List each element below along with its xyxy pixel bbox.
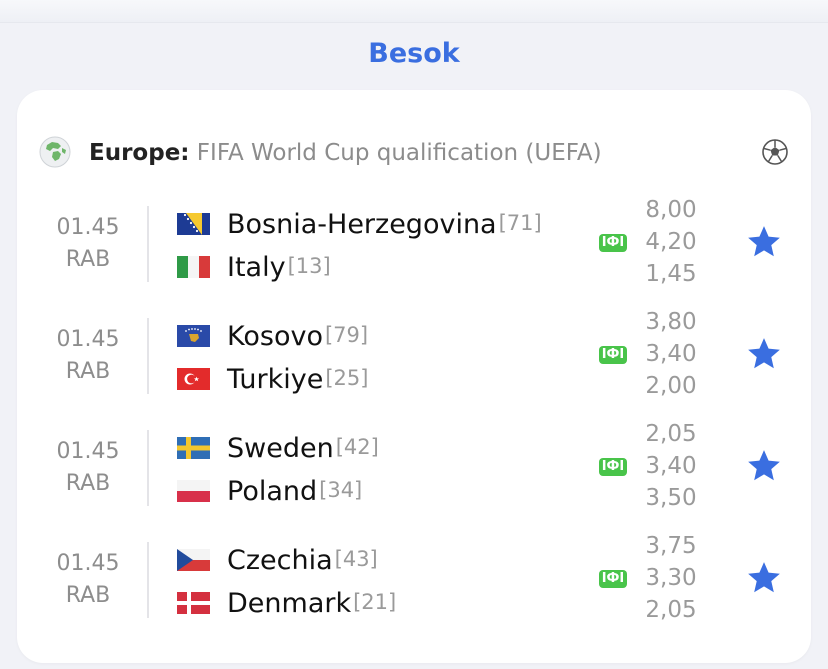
odds-home[interactable]: 3,80 [641, 306, 701, 338]
czechia-flag-icon [177, 549, 210, 571]
poland-flag-icon [177, 480, 210, 502]
match-time: 01.45 RAB [53, 324, 123, 388]
away-team: Italy [13] [177, 247, 331, 287]
divider [147, 430, 149, 506]
away-team-name: Turkiye [227, 363, 324, 395]
away-team-rank: [34] [319, 478, 363, 502]
away-team: Denmark [21] [177, 583, 396, 623]
league-region: Europe [89, 140, 181, 166]
favorite-star-icon[interactable] [745, 223, 783, 261]
favorite-star-icon[interactable] [745, 447, 783, 485]
kosovo-flag-icon [177, 325, 210, 347]
globe-europe-icon [39, 136, 71, 168]
league-separator: : [180, 140, 190, 166]
kickoff-time: 01.45 [56, 215, 120, 240]
odds-column: 8,00 4,20 1,45 [641, 194, 701, 290]
soccer-ball-icon [762, 139, 788, 165]
league-header[interactable]: Europe: FIFA World Cup qualification (UE… [39, 134, 789, 174]
kickoff-day: RAB [65, 471, 111, 496]
home-team-rank: [42] [335, 435, 379, 459]
match-time: 01.45 RAB [53, 212, 123, 276]
kickoff-day: RAB [65, 247, 111, 272]
tv-badge[interactable]: IФI [599, 346, 627, 364]
away-team: Turkiye [25] [177, 359, 368, 399]
odds-away[interactable]: 3,50 [641, 482, 701, 514]
home-team-rank: [79] [324, 323, 369, 347]
odds-home[interactable]: 2,05 [641, 418, 701, 450]
kickoff-day: RAB [65, 583, 111, 608]
turkey-flag-icon [177, 368, 210, 390]
match-row[interactable]: 01.45 RAB Czechia [43] Denmark [21] IФI 3,… [17, 530, 811, 630]
away-team-name: Italy [227, 251, 286, 283]
day-title: Besok [368, 38, 460, 69]
away-team-rank: [21] [353, 590, 397, 614]
home-team: Kosovo [79] [177, 316, 368, 356]
home-team-rank: [43] [334, 547, 378, 571]
home-team-name: Czechia [227, 544, 333, 576]
home-team-name: Kosovo [227, 320, 323, 352]
home-team-rank: [71] [498, 211, 542, 235]
odds-away[interactable]: 1,45 [641, 258, 701, 290]
match-time: 01.45 RAB [53, 436, 123, 500]
odds-draw[interactable]: 3,40 [641, 450, 701, 482]
bosnia-flag-icon [177, 213, 210, 235]
away-team: Poland [34] [177, 471, 362, 511]
kickoff-time: 01.45 [56, 439, 120, 464]
kickoff-time: 01.45 [56, 551, 120, 576]
divider [147, 318, 149, 394]
italy-flag-icon [177, 256, 210, 278]
divider [147, 542, 149, 618]
away-team-rank: [13] [287, 254, 331, 278]
odds-draw[interactable]: 3,40 [641, 338, 701, 370]
odds-column: 3,75 3,30 2,05 [641, 530, 701, 626]
tv-badge[interactable]: IФI [599, 570, 627, 588]
home-team: Bosnia-Herzegovina [71] [177, 204, 542, 244]
match-row[interactable]: 01.45 RAB Kosovo [79] Turkiye [25] IФI 3… [17, 306, 811, 406]
denmark-flag-icon [177, 592, 210, 614]
tv-badge[interactable]: IФI [599, 234, 627, 252]
odds-column: 2,05 3,40 3,50 [641, 418, 701, 514]
home-team-name: Sweden [227, 432, 334, 464]
away-team-name: Poland [227, 475, 318, 507]
league-competition: FIFA World Cup qualification (UEFA) [189, 140, 602, 166]
league-card: Europe: FIFA World Cup qualification (UE… [17, 90, 811, 663]
away-team-name: Denmark [227, 587, 352, 619]
favorite-star-icon[interactable] [745, 335, 783, 373]
home-team: Czechia [43] [177, 540, 378, 580]
home-team-name: Bosnia-Herzegovina [227, 208, 497, 240]
favorite-star-icon[interactable] [745, 559, 783, 597]
odds-column: 3,80 3,40 2,00 [641, 306, 701, 402]
match-row[interactable]: 01.45 RAB Sweden [42] Poland [34] IФI 2,05… [17, 418, 811, 518]
odds-home[interactable]: 8,00 [641, 194, 701, 226]
odds-draw[interactable]: 3,30 [641, 562, 701, 594]
odds-away[interactable]: 2,05 [641, 594, 701, 626]
odds-home[interactable]: 3,75 [641, 530, 701, 562]
league-title: Europe: FIFA World Cup qualification (UE… [89, 140, 602, 166]
odds-draw[interactable]: 4,20 [641, 226, 701, 258]
sweden-flag-icon [177, 437, 210, 459]
away-team-rank: [25] [325, 366, 369, 390]
odds-away[interactable]: 2,00 [641, 370, 701, 402]
tv-badge[interactable]: IФI [599, 458, 627, 476]
kickoff-time: 01.45 [56, 327, 120, 352]
match-time: 01.45 RAB [53, 548, 123, 612]
divider [147, 206, 149, 282]
kickoff-day: RAB [65, 359, 111, 384]
match-row[interactable]: 01.45 RAB Bosnia-Herzegovina [71] Italy [1… [17, 194, 811, 294]
home-team: Sweden [42] [177, 428, 379, 468]
top-bar [0, 0, 828, 23]
